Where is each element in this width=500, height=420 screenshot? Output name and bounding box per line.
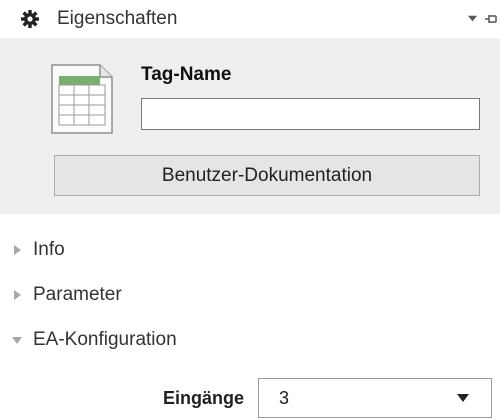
header-panel: Tag-Name Benutzer-Dokumentation: [0, 38, 500, 214]
section-info-label: Info: [33, 239, 65, 260]
chevron-down-icon: [457, 394, 469, 402]
collapse-arrow-icon: [12, 337, 22, 344]
section-info[interactable]: Info: [0, 230, 500, 270]
pin-icon[interactable]: [484, 11, 500, 27]
section-parameter[interactable]: Parameter: [0, 275, 500, 315]
expand-arrow-icon: [14, 245, 21, 255]
tag-name-input[interactable]: [141, 98, 480, 130]
inputs-select[interactable]: 3: [258, 378, 492, 418]
dropdown-arrow-icon[interactable]: [467, 13, 478, 24]
section-ea-konfiguration[interactable]: EA-Konfiguration: [0, 320, 500, 360]
tag-name-label: Tag-Name: [141, 64, 232, 85]
section-parameter-label: Parameter: [33, 284, 122, 305]
inputs-select-value: 3: [279, 388, 290, 408]
gear-icon: [21, 10, 39, 28]
section-ea-konfiguration-label: EA-Konfiguration: [33, 329, 177, 350]
panel-title: Eigenschaften: [57, 8, 178, 29]
expand-arrow-icon: [14, 290, 21, 300]
user-documentation-button[interactable]: Benutzer-Dokumentation: [54, 155, 480, 196]
inputs-label: Eingänge: [163, 388, 245, 408]
properties-titlebar: Eigenschaften: [0, 0, 500, 38]
table-block-icon: [51, 64, 113, 134]
